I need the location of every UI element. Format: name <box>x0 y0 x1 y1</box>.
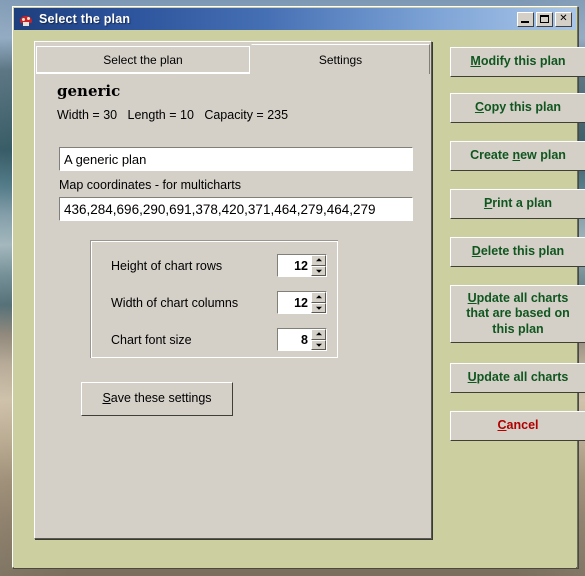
spinner-height-of-chart-rows[interactable]: 12 <box>277 254 327 277</box>
spinner-up-icon[interactable] <box>311 255 326 266</box>
modify-accel: M <box>470 54 481 69</box>
create-label: ew plan <box>520 148 566 163</box>
label-width-of-chart-columns: Width of chart columns <box>111 296 239 310</box>
cancel-label: ancel <box>506 418 539 433</box>
modify-label: odify this plan <box>480 54 566 69</box>
spinner-value-width-of-chart-columns[interactable]: 12 <box>278 292 311 313</box>
chart-settings-groupbox: Height of chart rows 12 Width of chart c… <box>90 240 338 358</box>
mushroom-icon <box>18 11 34 27</box>
delete-label: elete this plan <box>480 244 565 259</box>
settings-panel: Select the plan Settings generic Width =… <box>34 41 432 539</box>
label-height-of-chart-rows: Height of chart rows <box>111 259 223 273</box>
field-row-chart-font-size: Chart font size <box>111 329 192 351</box>
spinner-value-height-of-chart-rows[interactable]: 12 <box>278 255 311 276</box>
create-new-plan-button[interactable]: Create new plan <box>450 141 585 171</box>
spinner-down-icon[interactable] <box>311 302 326 313</box>
save-label: ave these settings <box>110 391 212 406</box>
close-button[interactable]: ✕ <box>555 11 572 27</box>
spinner-up-icon[interactable] <box>311 329 326 340</box>
spinner-width-of-chart-columns[interactable]: 12 <box>277 291 327 314</box>
window-titlebar[interactable]: Select the plan ✕ <box>14 8 576 30</box>
window-client-area: Select the plan Settings generic Width =… <box>14 30 585 568</box>
field-row-width-of-chart-columns: Width of chart columns <box>111 292 238 314</box>
spinner-buttons <box>311 255 326 276</box>
update-all-accel: U <box>467 370 477 385</box>
modify-this-plan-button[interactable]: Modify this plan <box>450 47 585 77</box>
tab-select-the-plan[interactable]: Select the plan <box>36 46 250 74</box>
label-chart-font-size: Chart font size <box>111 333 192 347</box>
spinner-value-chart-font-size[interactable]: 8 <box>278 329 311 350</box>
copy-this-plan-button[interactable]: Copy this plan <box>450 93 585 123</box>
create-accel: n <box>512 148 521 163</box>
field-row-height-of-chart-rows: Height of chart rows <box>111 255 222 277</box>
plan-description-input[interactable]: A generic plan <box>59 147 413 171</box>
plan-name-heading: generic <box>57 82 121 100</box>
save-accel: S <box>102 391 111 406</box>
copy-accel: C <box>474 100 484 115</box>
window-controls: ✕ <box>517 11 572 27</box>
plan-stats-line: Width = 30 Length = 10 Capacity = 235 <box>57 108 289 122</box>
update-based-accel: U <box>467 290 477 305</box>
cancel-button[interactable]: Cancel <box>450 411 585 441</box>
select-the-plan-window: Select the plan ✕ Select the plan Settin… <box>12 6 585 568</box>
print-a-plan-button[interactable]: Print a plan <box>450 189 585 219</box>
spinner-buttons <box>311 292 326 313</box>
update-all-charts-based-on-this-plan-button[interactable]: Update all charts that are based on this… <box>450 285 585 343</box>
map-coordinates-input[interactable]: 436,284,696,290,691,378,420,371,464,279,… <box>59 197 413 221</box>
spinner-buttons <box>311 329 326 350</box>
minimize-button[interactable] <box>517 11 534 27</box>
window-title: Select the plan <box>39 12 131 26</box>
save-these-settings-button[interactable]: Save these settings <box>81 382 233 416</box>
update-based-label: pdate all charts that are based on this … <box>466 290 570 336</box>
tab-settings[interactable]: Settings <box>251 44 430 74</box>
delete-this-plan-button[interactable]: Delete this plan <box>450 237 585 267</box>
delete-accel: D <box>471 244 481 259</box>
spinner-up-icon[interactable] <box>311 292 326 303</box>
spinner-chart-font-size[interactable]: 8 <box>277 328 327 351</box>
update-all-label: pdate all charts <box>476 370 569 385</box>
close-icon: ✕ <box>559 13 568 24</box>
tab-strip: Select the plan Settings <box>35 42 431 74</box>
spinner-down-icon[interactable] <box>311 339 326 350</box>
update-all-charts-button[interactable]: Update all charts <box>450 363 585 393</box>
spinner-down-icon[interactable] <box>311 265 326 276</box>
create-prefix: Create <box>470 148 513 163</box>
print-label: rint a plan <box>492 196 553 211</box>
cancel-accel: C <box>497 418 507 433</box>
map-coordinates-label: Map coordinates - for multicharts <box>59 178 242 192</box>
copy-label: opy this plan <box>483 100 562 115</box>
maximize-button[interactable] <box>536 11 553 27</box>
